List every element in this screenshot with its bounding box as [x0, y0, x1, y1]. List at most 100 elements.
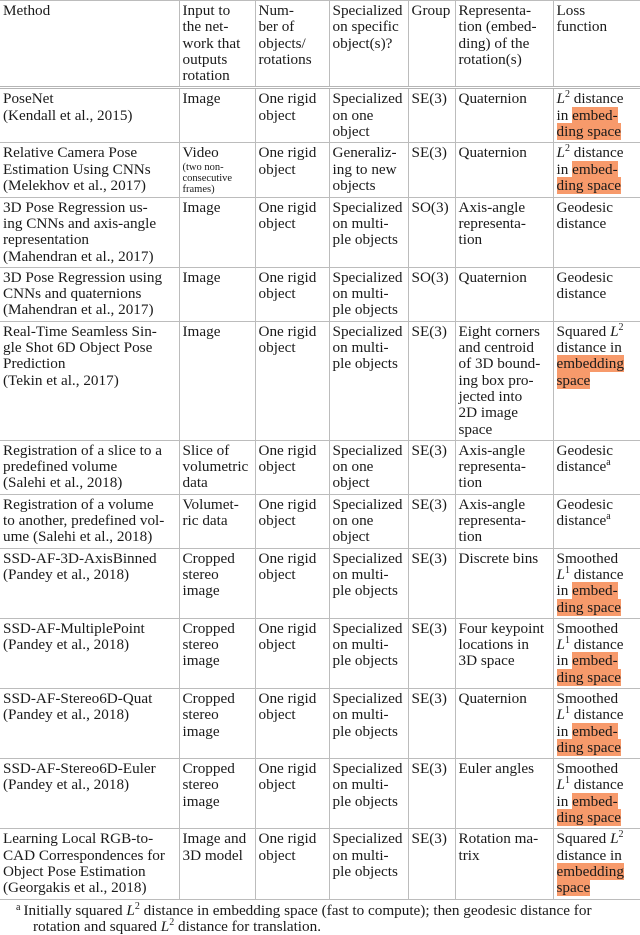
header-specialized: Specialized on specific object(s)?: [328, 0, 409, 90]
cell-method-line: Registration of a volume: [3, 495, 154, 513]
table-row: SSD-AF-3D-AxisBinned (Pandey et al., 2018…: [0, 547, 640, 619]
cell-method-line: ume (Salehi et al., 2018): [3, 528, 153, 546]
text-segment: in: [556, 106, 573, 124]
highlighted-text: ding space: [556, 123, 622, 141]
header-line: object(s)?: [332, 34, 393, 52]
header-line: Specialized: [332, 2, 403, 19]
cell-loss: Geodesic distancea: [552, 493, 640, 549]
loss-line: ding space: [556, 598, 638, 616]
loss-line: ding space: [556, 668, 638, 686]
cell-input: Image: [178, 196, 256, 268]
loss-line: ding space: [556, 738, 638, 756]
cell-representation: Discrete bins: [454, 547, 554, 619]
text-segment: distance in: [556, 339, 622, 357]
highlighted-text: space: [556, 371, 591, 389]
cell-objects-line: One rigid: [258, 144, 317, 162]
cell-specialized-line: Specialized: [332, 90, 403, 108]
cell-method-line: (Pandey et al., 2018): [3, 565, 130, 583]
text-segment: distance: [556, 458, 607, 476]
header-line: work that: [182, 34, 241, 52]
cell-objects: One rigid object: [254, 547, 330, 619]
cell-representation-line: tion: [458, 474, 483, 492]
cell-specialized: Specialized on multi-ple objects: [328, 758, 409, 830]
cell-representation-line: trix: [458, 846, 480, 864]
footnote-line-2: rotation and squared L2 distance for tra…: [0, 918, 640, 935]
table-row: PoseNet (Kendall et al., 2015) Image One ri…: [0, 87, 640, 144]
highlighted-text: ding space: [556, 176, 622, 194]
cell-method-line: (Pandey et al., 2018): [3, 776, 130, 794]
cell-specialized: Specialized on one object: [328, 493, 409, 549]
cell-objects-line: object: [258, 458, 296, 476]
cell-specialized: Specialized on one object: [328, 439, 409, 495]
footnote: a Initially squared L2 distance in embedd…: [0, 900, 640, 935]
cell-input-line: stereo: [182, 706, 219, 724]
cell-representation-line: 2D image: [458, 404, 518, 422]
cell-specialized-line: Specialized: [332, 549, 403, 567]
cell-method-line: predefined volume: [3, 458, 118, 476]
cell-specialized-line: on multi-: [332, 636, 389, 654]
cell-input: Image: [178, 266, 256, 322]
cell-group: SE(3): [407, 828, 456, 900]
cell-specialized-line: ple objects: [332, 652, 398, 670]
cell-specialized: Specialized on multi-ple objects: [328, 687, 409, 760]
cell-specialized: Specialized on multi-ple objects: [328, 266, 409, 322]
table-row: SSD-AF-Stereo6D-Euler (Pandey et al., 201…: [0, 758, 640, 830]
cell-method: Real-Time Seamless Sin-gle Shot 6D Objec…: [0, 320, 180, 441]
cell-representation-line: tion: [458, 231, 483, 249]
cell-representation-line: representa-: [458, 512, 526, 530]
cell-method-line: (Tekin et al., 2017): [3, 371, 119, 389]
cell-objects: One rigid object: [254, 266, 330, 322]
highlighted-text: ding space: [556, 809, 622, 827]
cell-group: SE(3): [407, 87, 456, 144]
cell-representation-line: 3D space: [458, 652, 515, 670]
cell-method: Learning Local RGB-to- CAD Correspondence…: [0, 828, 180, 900]
cell-group: SE(3): [407, 547, 456, 619]
cell-objects-line: One rigid: [258, 760, 317, 778]
cell-representation: Quaternion: [454, 87, 554, 144]
cell-method-line: (Kendall et al., 2015): [3, 106, 133, 124]
cell-specialized-line: object: [332, 123, 370, 141]
cell-objects-line: One rigid: [258, 268, 317, 286]
cell-method: SSD-AF-MultiplePoint (Pandey et al., 2018…: [0, 617, 180, 689]
highlighted-text: embedding: [556, 355, 624, 373]
footnote-line-1: Initially squared L2 distance in embeddi…: [23, 902, 591, 919]
cell-method-line: representation: [3, 231, 90, 249]
highlighted-text: embed-: [572, 792, 618, 810]
math-symbol: L: [556, 776, 565, 794]
loss-line: in embed-: [557, 160, 638, 178]
cell-input: Volumet-ric data: [178, 493, 256, 549]
cell-objects-line: object: [258, 106, 296, 124]
cell-objects: One rigid object: [254, 439, 330, 495]
math-symbol: L: [556, 706, 565, 724]
cell-objects-line: object: [258, 285, 296, 303]
cell-method: SSD-AF-Stereo6D-Quat (Pandey et al., 2018…: [0, 687, 180, 760]
math-symbol: L: [610, 830, 619, 848]
cell-objects-line: One rigid: [258, 198, 317, 216]
cell-loss: Geodesic distance: [552, 266, 640, 322]
loss-line: distance: [557, 215, 638, 232]
cell-input: Cropped stereo image: [178, 758, 256, 830]
header-group: Group: [407, 0, 456, 90]
cell-method-line: Prediction: [3, 355, 66, 373]
cell-specialized: Specialized on multi-ple objects: [328, 828, 409, 900]
cell-method-line: Learning Local RGB-to-: [3, 830, 154, 848]
cell-input-line: Video: [182, 144, 219, 162]
cell-input-line: Volumet-: [182, 495, 239, 513]
table-body: PoseNet (Kendall et al., 2015) Image One ri…: [0, 87, 640, 900]
text-segment: distance: [569, 636, 624, 654]
math-symbol: L: [556, 90, 565, 108]
cell-method-line: Object Pose Estimation: [3, 862, 146, 880]
cell-representation-line: tion: [458, 528, 483, 546]
loss-line: ding space: [556, 123, 638, 141]
cell-group: SE(3): [407, 687, 456, 760]
cell-objects: One rigid object: [254, 687, 330, 760]
header-row: Method Input to the net-work that outputs r…: [0, 0, 640, 90]
cell-specialized-line: Generaliz-: [332, 144, 397, 162]
cell-method-line: (Salehi et al., 2018): [3, 474, 123, 492]
cell-loss: Smoothed L1 distance in embed-ding space: [552, 687, 640, 760]
cell-specialized: Specialized on multi-ple objects: [328, 320, 409, 441]
cell-method: Relative Camera Pose Estimation Using CNN…: [0, 142, 180, 198]
superscript: a: [606, 511, 611, 523]
cell-method-line: gle Shot 6D Object Pose: [3, 339, 153, 357]
table-row: SSD-AF-MultiplePoint (Pandey et al., 2018…: [0, 617, 640, 689]
